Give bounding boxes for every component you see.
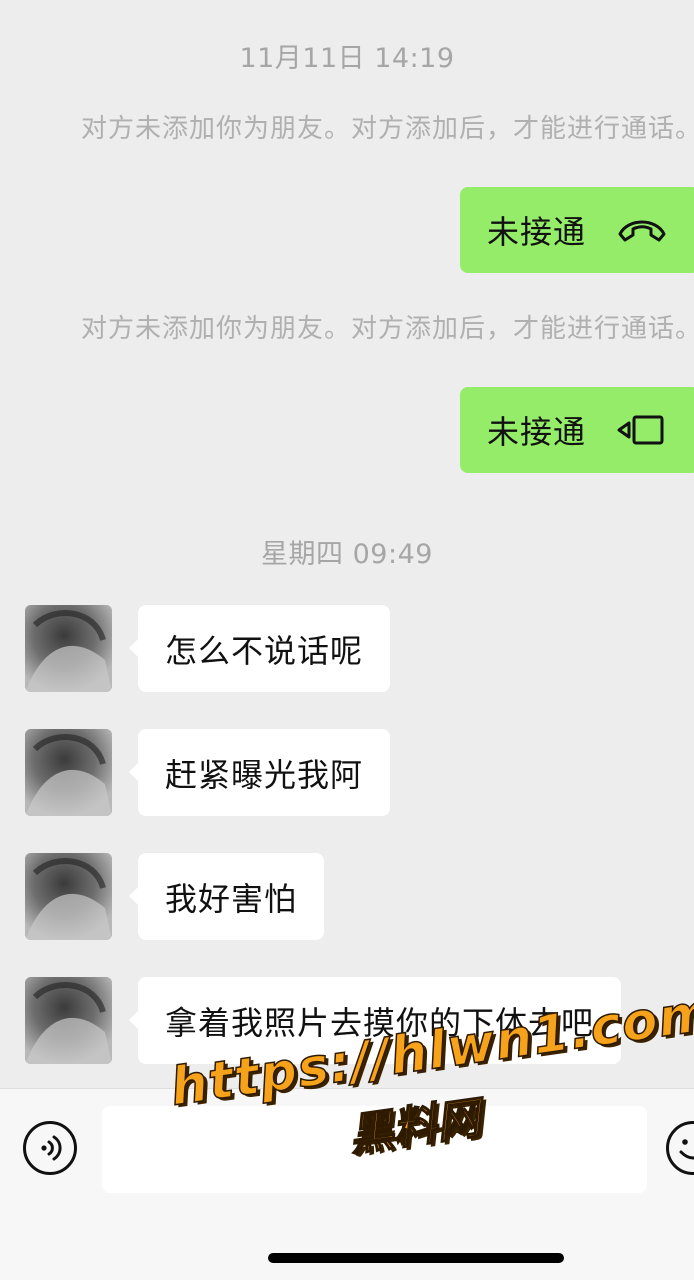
chat-message-list[interactable]: 11月11日 14:19 对方未添加你为朋友。对方添加后，才能进行通话。 未接通… <box>0 0 694 1088</box>
call-status-label: 未接通 <box>487 413 587 451</box>
timestamp: 星期四 09:49 <box>261 539 433 570</box>
incoming-message-bubble[interactable]: 拿着我照片去摸你的下体去吧 <box>128 977 622 1064</box>
call-status-label: 未接通 <box>487 213 587 251</box>
voice-call-icon <box>618 220 666 242</box>
missed-video-call-bubble[interactable]: 未接通 <box>460 387 694 473</box>
message-text: 拿着我照片去摸你的下体去吧 <box>165 1003 595 1042</box>
message-input[interactable] <box>102 1106 647 1193</box>
timestamp: 11月11日 14:19 <box>239 43 455 74</box>
contact-avatar[interactable] <box>25 605 112 692</box>
emoji-icon[interactable] <box>665 1120 694 1176</box>
chat-input-bar <box>0 1088 694 1280</box>
message-text: 怎么不说话呢 <box>165 631 364 670</box>
contact-avatar[interactable] <box>25 729 112 816</box>
system-notice: 对方未添加你为朋友。对方添加后，才能进行通话。 <box>81 314 694 344</box>
incoming-message-bubble[interactable]: 怎么不说话呢 <box>128 605 391 692</box>
message-text: 我好害怕 <box>165 879 298 918</box>
incoming-message-bubble[interactable]: 赶紧曝光我阿 <box>128 729 391 816</box>
contact-avatar[interactable] <box>25 977 112 1064</box>
system-notice: 对方未添加你为朋友。对方添加后，才能进行通话。 <box>81 114 694 144</box>
missed-voice-call-bubble[interactable]: 未接通 <box>460 187 694 273</box>
contact-avatar[interactable] <box>25 853 112 940</box>
message-text: 赶紧曝光我阿 <box>165 755 364 794</box>
home-indicator[interactable] <box>268 1253 564 1263</box>
incoming-message-bubble[interactable]: 我好害怕 <box>128 853 325 940</box>
voice-input-icon[interactable] <box>22 1120 78 1176</box>
video-call-icon <box>617 415 664 445</box>
